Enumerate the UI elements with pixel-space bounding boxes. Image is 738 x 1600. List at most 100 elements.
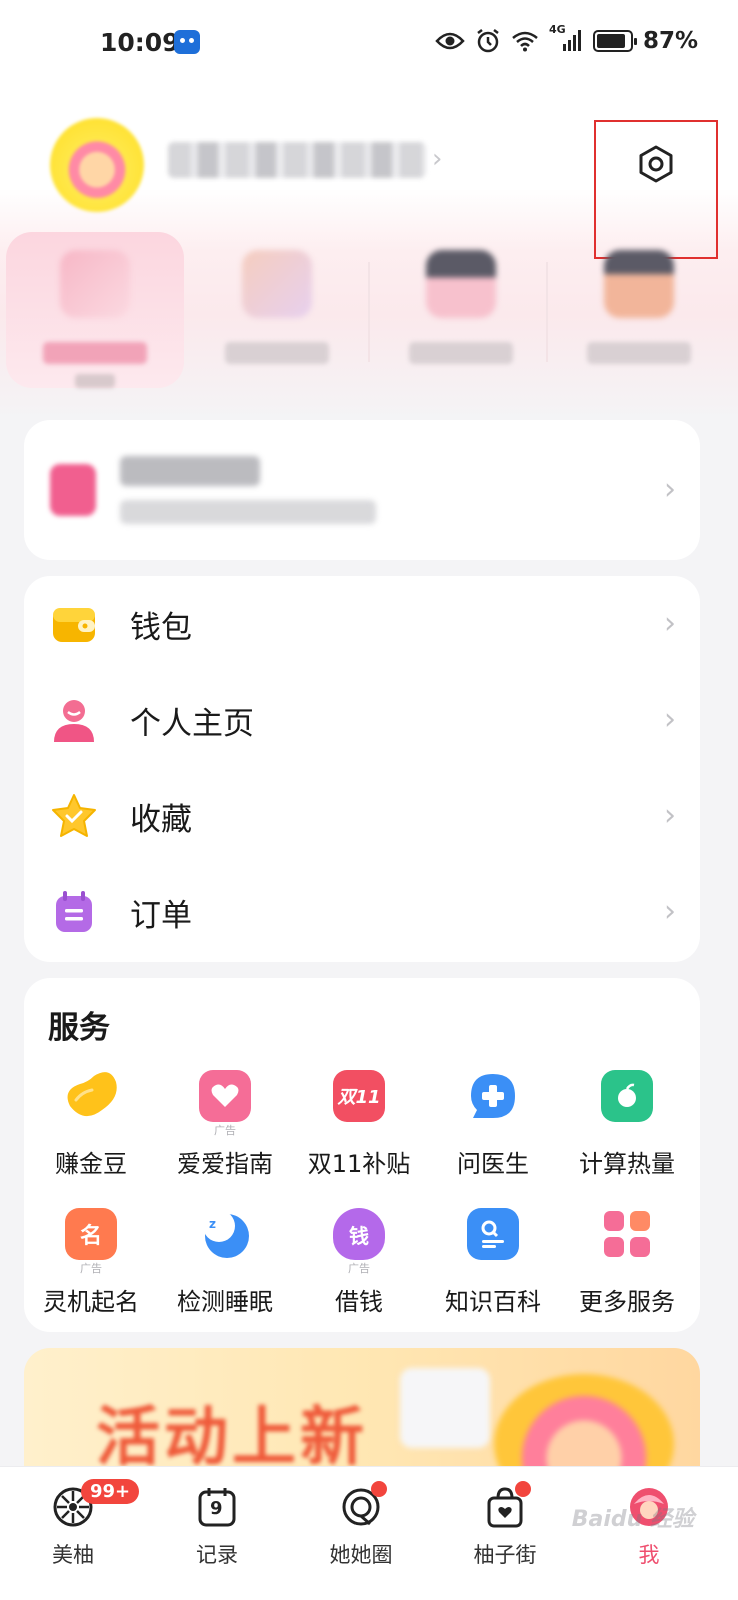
promo-banner[interactable]: 活动上新 — [24, 1348, 700, 1468]
period-icon — [50, 464, 96, 516]
mode-divider — [546, 262, 548, 362]
service-earn-beans[interactable]: 赚金豆 — [24, 1070, 158, 1190]
signal-icon: 4G — [549, 23, 583, 53]
chevron-right-icon: › — [664, 798, 676, 833]
mode-illustration — [242, 250, 312, 318]
service-label: 问医生 — [457, 1150, 529, 1178]
nav-label: 柚子街 — [473, 1543, 537, 1567]
services-title: 服务 — [48, 1010, 110, 1046]
service-label: 双11补贴 — [307, 1150, 411, 1178]
menu-card: 钱包 › 个人主页 › 收藏 › 订单 › — [24, 576, 700, 962]
mode-label-redacted — [43, 342, 147, 364]
nav-label: 美柚 — [52, 1543, 94, 1567]
service-double11[interactable]: 双11 双11补贴 — [292, 1070, 426, 1190]
avatar[interactable] — [50, 118, 144, 212]
service-label: 检测睡眠 — [177, 1288, 273, 1316]
service-label: 赚金豆 — [55, 1150, 127, 1178]
battery-percent: 87% — [642, 28, 698, 54]
service-knowledge[interactable]: 知识百科 — [426, 1208, 560, 1328]
mode-option-3[interactable] — [372, 232, 550, 388]
eye-icon — [435, 32, 465, 50]
banner-mascot — [494, 1374, 674, 1468]
notification-dot — [515, 1481, 531, 1497]
menu-item-profile[interactable]: 个人主页 › — [24, 672, 700, 768]
mode-illustration — [60, 250, 130, 318]
chevron-right-icon: › — [664, 472, 676, 507]
nav-item-circle[interactable]: 她她圈 — [306, 1481, 416, 1569]
alarm-icon — [477, 29, 499, 53]
profile-name-redacted[interactable] — [168, 142, 426, 178]
service-love-guide[interactable]: 广告 爱爱指南 — [158, 1070, 292, 1190]
status-bar: 10:09 4G 87% — [0, 0, 738, 92]
calendar-icon: 9 — [195, 1485, 239, 1529]
apple-calc-icon — [601, 1070, 653, 1122]
nav-label: 记录 — [196, 1543, 238, 1567]
status-icons: 4G 87% — [435, 23, 698, 54]
banner-text: 活动上新 — [96, 1401, 368, 1468]
service-borrow[interactable]: 钱 广告 借钱 — [292, 1208, 426, 1328]
service-label: 知识百科 — [445, 1288, 541, 1316]
chevron-right-icon: › — [664, 894, 676, 929]
mode-option-1[interactable] — [6, 232, 184, 388]
mode-option-2[interactable] — [188, 232, 366, 388]
mode-selector — [0, 232, 738, 392]
notification-dot — [371, 1481, 387, 1497]
name-icon: 名 广告 — [65, 1208, 117, 1275]
service-label: 借钱 — [335, 1288, 383, 1316]
chevron-right-icon: › — [664, 702, 676, 737]
service-calorie-calc[interactable]: 计算热量 — [560, 1070, 694, 1190]
service-label: 爱爱指南 — [177, 1150, 273, 1178]
doctor-chat-icon — [471, 1074, 515, 1118]
mode-option-4[interactable] — [550, 232, 728, 388]
money-bag-icon: 钱 广告 — [333, 1208, 385, 1275]
menu-label: 收藏 — [130, 801, 192, 838]
grid-icon — [604, 1211, 650, 1257]
mode-divider — [368, 262, 370, 362]
wallet-icon — [53, 608, 95, 642]
menu-item-orders[interactable]: 订单 › — [24, 864, 700, 960]
service-sleep-check[interactable]: z 检测睡眠 — [158, 1208, 292, 1328]
bottom-nav: 99+ 美柚 9 记录 她她圈 柚子街 我 Baidu 经验 — [0, 1466, 738, 1600]
service-label: 更多服务 — [579, 1288, 675, 1316]
service-naming[interactable]: 名 广告 灵机起名 — [24, 1208, 158, 1328]
service-ask-doctor[interactable]: 问医生 — [426, 1070, 560, 1190]
menu-label: 订单 — [130, 897, 192, 934]
mode-label-redacted — [587, 342, 691, 364]
ad-tag: 广告 — [80, 1262, 102, 1275]
svg-text:z: z — [209, 1217, 216, 1231]
mode-illustration — [426, 250, 496, 318]
mode-label-redacted — [409, 342, 513, 364]
menu-item-favorites[interactable]: 收藏 › — [24, 768, 700, 864]
ad-tag: 广告 — [348, 1262, 370, 1275]
period-settings-card[interactable]: › — [24, 420, 700, 560]
mode-sublabel-redacted — [75, 374, 115, 388]
ad-tag: 广告 — [214, 1124, 236, 1137]
mode-illustration — [604, 250, 674, 318]
money-glyph: 钱 — [349, 1223, 369, 1248]
wifi-icon — [512, 31, 538, 52]
watermark: Baidu 经验 — [571, 1507, 694, 1532]
double11-glyph: 双11 — [337, 1087, 381, 1108]
name-glyph: 名 — [79, 1224, 102, 1249]
battery-icon — [592, 30, 637, 52]
gear-icon — [639, 145, 673, 183]
nav-item-home[interactable]: 99+ 美柚 — [18, 1479, 140, 1569]
nav-item-shop[interactable]: 柚子街 — [450, 1481, 560, 1569]
moon-icon: z — [203, 1210, 249, 1258]
menu-label: 钱包 — [130, 609, 192, 646]
banner-decoration — [400, 1368, 490, 1448]
home-icon: 99+ — [51, 1479, 140, 1529]
order-icon — [56, 891, 92, 932]
heart-book-icon: 广告 — [199, 1070, 251, 1137]
services-card: 服务 赚金豆 广告 爱爱指南 双11 双11补贴 问医生 计算热量 名 广告 灵… — [24, 978, 700, 1332]
service-label: 灵机起名 — [43, 1288, 139, 1316]
menu-item-wallet[interactable]: 钱包 › — [24, 576, 700, 672]
profile-chevron-icon: › — [432, 144, 443, 174]
service-more[interactable]: 更多服务 — [560, 1208, 694, 1328]
service-label: 计算热量 — [579, 1150, 675, 1178]
notification-badge: 99+ — [81, 1479, 140, 1504]
nav-item-record[interactable]: 9 记录 — [162, 1485, 272, 1569]
person-icon — [54, 700, 94, 742]
search-doc-icon — [467, 1208, 519, 1260]
nav-label: 她她圈 — [329, 1543, 393, 1567]
